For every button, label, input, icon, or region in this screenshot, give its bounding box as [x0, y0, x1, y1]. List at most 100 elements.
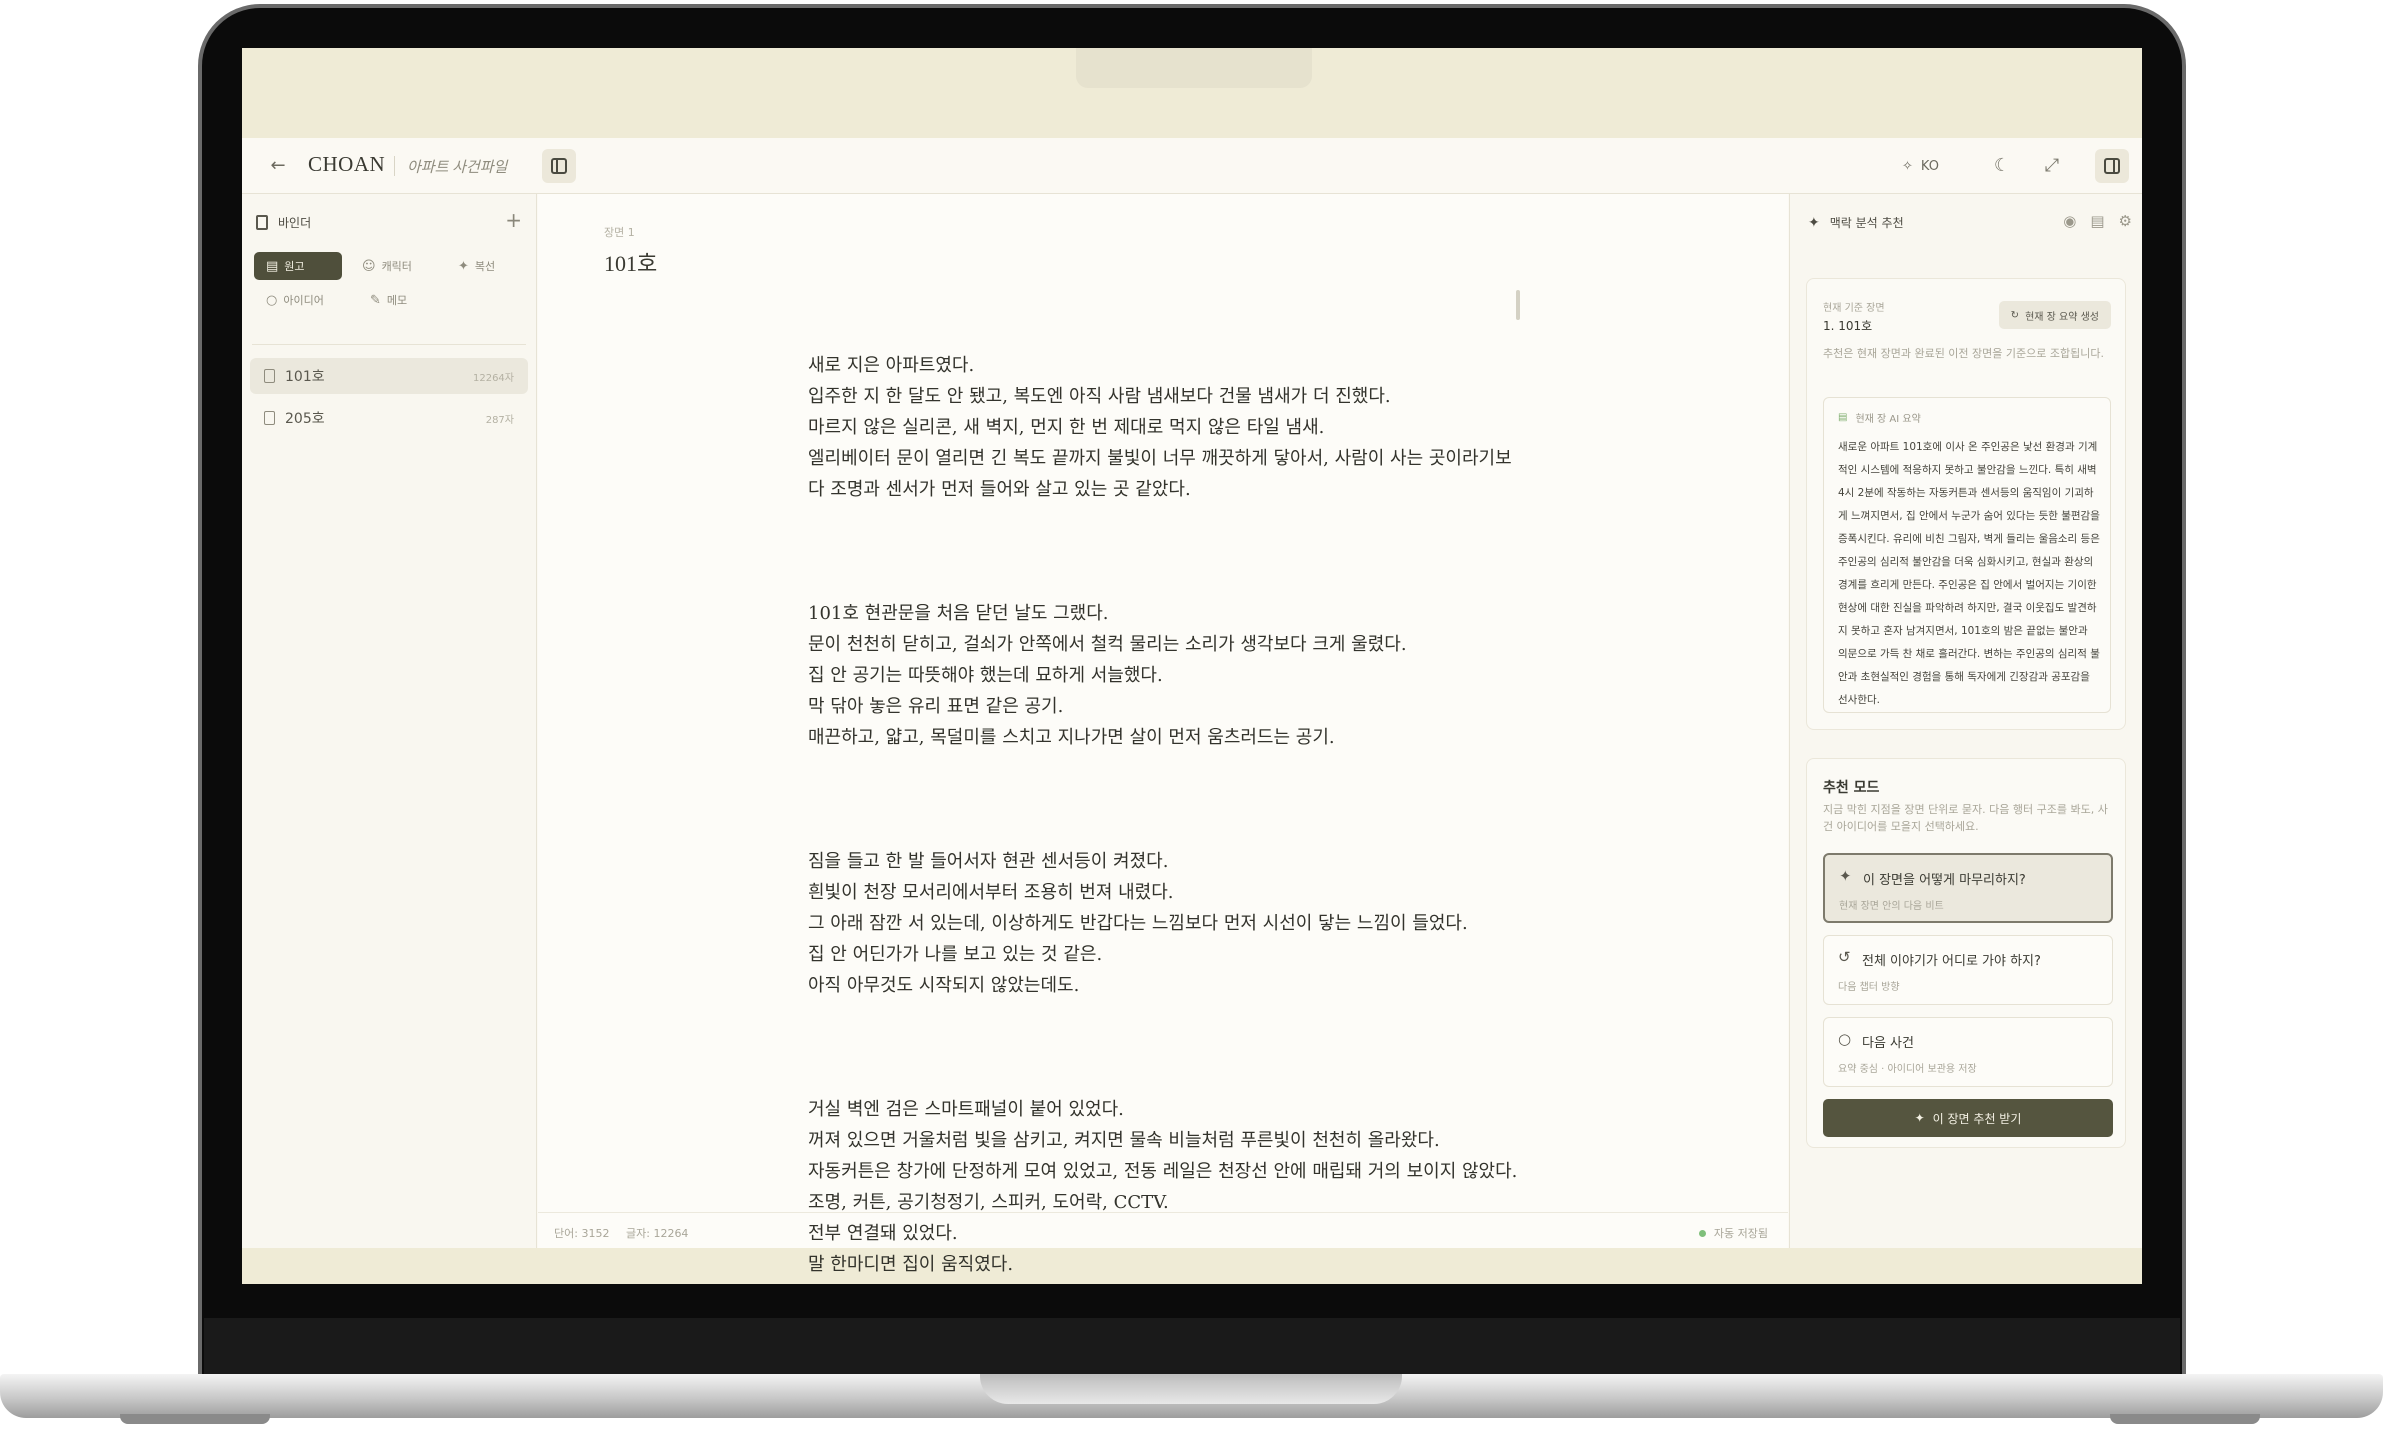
mode-title: 추천 모드 [1823, 780, 1880, 796]
binder-title: 바인더 [278, 215, 312, 230]
book-icon [256, 214, 268, 230]
add-item-plus-icon[interactable]: + [505, 208, 522, 232]
mode-option-next-event[interactable]: ○ 다음 사건 요약 중심 · 아이디어 보관용 저장 [1823, 1017, 2113, 1087]
file-title: 101호 [285, 369, 325, 385]
tab-notes[interactable]: ✎ 메모 [358, 286, 428, 314]
autosave-label: 자동 저장됨 [1713, 1227, 1768, 1240]
document-icon: ▤ [266, 258, 279, 274]
tab-manuscript[interactable]: ▤ 원고 [254, 252, 342, 280]
mode-option-label: 다음 사건 [1862, 1036, 1914, 1051]
chapter-label: 장면 1 [604, 226, 635, 239]
tab-ideas[interactable]: ○ 아이디어 [254, 286, 350, 314]
manuscript-editor: 장면 1 101호 새로 지은 아파트였다. 입주한 지 한 달도 안 됐고, … [538, 194, 1788, 1275]
settings-gear-icon[interactable]: ⚙ [2119, 212, 2132, 230]
ai-summary-header: ▤ 현재 장 AI 요약 [1838, 410, 1921, 425]
binder-sidebar: 바인더 + ▤ 원고 ☺ 캐릭터 ✦ 복선 ○ 아이디어 ✎ 메모 101호 1… [242, 194, 537, 1248]
context-help-text: 추천은 현재 장면과 완료된 이전 장면을 기준으로 조합됩니다. [1823, 347, 2104, 360]
char-count: 글자: 12264 [626, 1227, 689, 1240]
manuscript-text-area[interactable]: 새로 지은 아파트였다. 입주한 지 한 달도 안 됐고, 복도엔 아직 사람 … [808, 288, 1528, 1284]
tab-label: 메모 [386, 294, 408, 307]
paragraph: 거실 벽엔 검은 스마트패널이 붙어 있었다. 꺼져 있으면 거울처럼 빛을 삼… [808, 1099, 1518, 1275]
tab-label: 복선 [474, 260, 496, 273]
current-scene-value: 1. 101호 [1823, 319, 1873, 333]
file-char-count: 12264자 [472, 372, 514, 384]
recommend-mode-card: 추천 모드 지금 막힌 지점을 장면 단위로 묻자. 다음 행터 구조를 봐도,… [1806, 758, 2126, 1148]
current-scene-label: 현재 기준 장면 [1823, 303, 1885, 314]
panel-header: ✦ 맥락 분석 추천 [1808, 214, 1904, 231]
paragraph: 짐을 들고 한 발 들어서자 현관 센서등이 켜졌다. 흰빛이 천장 모서리에서… [808, 851, 1468, 996]
tab-characters[interactable]: ☺ 캐릭터 [350, 252, 438, 280]
autosave-status: 자동 저장됨 [1698, 1225, 1768, 1241]
context-recommendation-panel: ✦ 맥락 분석 추천 ◉ ▤ ⚙ 현재 기준 장면 1. 101호 ↻ 현재 장… [1789, 194, 2142, 1248]
brand-logo[interactable]: CHOAN [308, 152, 385, 177]
paragraph: 새로 지은 아파트였다. 입주한 지 한 달도 안 됐고, 복도엔 아직 사람 … [808, 355, 1512, 500]
sidebar-toggle-button[interactable] [542, 149, 576, 183]
dark-mode-moon-icon[interactable]: ☾ [1987, 151, 2017, 181]
mode-help-text: 지금 막힌 지점을 장면 단위로 묻자. 다음 행터 구조를 봐도, 사건 아이… [1823, 803, 2108, 833]
sidebar-divider [252, 344, 526, 345]
tab-label: 원고 [284, 260, 305, 273]
mode-option-story-direction[interactable]: ↺ 전체 이야기가 어디로 가야 하지? 다음 챕터 방향 [1823, 935, 2113, 1005]
file-item[interactable]: 101호 12264자 [250, 358, 528, 394]
laptop-opening-groove [980, 1374, 1402, 1404]
panel-right-icon [2104, 158, 2120, 174]
tab-label: 아이디어 [283, 294, 324, 307]
file-title: 205호 [285, 411, 325, 427]
file-char-count: 287자 [485, 414, 514, 426]
eye-icon[interactable]: ◉ [2063, 212, 2076, 230]
file-icon [264, 411, 275, 425]
project-name: 아파트 사건파일 [407, 160, 508, 176]
screen: ← CHOAN 아파트 사건파일 ✧ KO ☾ ⤢ 바인더 + ▤ 원고 ☺ 캐… [242, 48, 2142, 1284]
file-item[interactable]: 205호 287자 [250, 400, 528, 436]
mode-option-finish-scene[interactable]: ✦ 이 장면을 어떻게 마무리하지? 현재 장면 안의 다음 비트 [1823, 853, 2113, 923]
document-icon: ▤ [1838, 412, 1848, 423]
generate-summary-label: 현재 장 요약 생성 [2025, 311, 2099, 323]
app-window: ← CHOAN 아파트 사건파일 ✧ KO ☾ ⤢ 바인더 + ▤ 원고 ☺ 캐… [242, 138, 2142, 1275]
get-recommendation-button[interactable]: ✦ 이 장면 추천 받기 [1823, 1099, 2113, 1137]
users-icon: ☺ [362, 258, 376, 274]
camera-notch [1076, 48, 1312, 88]
panel-tools: ◉ ▤ ⚙ [2063, 212, 2132, 230]
right-panel-toggle-button[interactable] [2095, 149, 2129, 183]
ai-summary-label: 현재 장 AI 요약 [1855, 414, 1921, 425]
tab-label: 캐릭터 [381, 260, 412, 273]
translate-icon: ✧ [1902, 158, 1913, 174]
sparkles-icon: ✦ [1808, 214, 1820, 231]
sparkles-icon: ✦ [458, 258, 469, 274]
ai-summary-text: 새로운 아파트 101호에 이사 온 주인공은 낯선 환경과 기계적인 시스템에… [1838, 441, 2100, 706]
file-icon [264, 369, 275, 383]
laptop-hinge [204, 1318, 2180, 1374]
magic-wand-icon: ✦ [1839, 867, 1852, 885]
generate-summary-button[interactable]: ↻ 현재 장 요약 생성 [1998, 301, 2111, 329]
lightbulb-icon: ○ [1838, 1030, 1852, 1048]
mode-option-sub: 다음 챕터 방향 [1838, 982, 1900, 993]
database-icon[interactable]: ▤ [2090, 212, 2104, 230]
editor-status-bar: 단어: 3152 글자: 12264 자동 저장됨 [538, 1212, 1788, 1248]
laptop-foot-left [120, 1414, 270, 1424]
route-icon: ↺ [1838, 948, 1851, 966]
fullscreen-expand-icon[interactable]: ⤢ [2037, 151, 2067, 181]
panel-left-icon [551, 158, 567, 174]
note-icon: ✎ [370, 292, 381, 308]
paragraph: 101호 현관문을 처음 닫던 날도 그랬다. 문이 천천히 닫히고, 걸쇠가 … [808, 603, 1407, 748]
brand-divider [394, 156, 395, 176]
chapter-title[interactable]: 101호 [604, 246, 657, 278]
ai-summary-box: ▤ 현재 장 AI 요약 새로운 아파트 101호에 이사 온 주인공은 낯선 … [1823, 397, 2111, 713]
status-dot-icon [1698, 1229, 1706, 1237]
tab-foreshadowing[interactable]: ✦ 복선 [446, 252, 522, 280]
mode-option-label: 이 장면을 어떻게 마무리하지? [1863, 873, 2026, 888]
back-arrow-icon[interactable]: ← [266, 154, 290, 178]
refresh-icon: ↻ [2010, 309, 2020, 321]
language-button[interactable]: ✧ KO [1902, 154, 1939, 178]
scene-context-card: 현재 기준 장면 1. 101호 ↻ 현재 장 요약 생성 추천은 현재 장면과… [1806, 278, 2126, 730]
sparkles-icon: ✦ [1914, 1111, 1925, 1125]
top-bar: ← CHOAN 아파트 사건파일 ✧ KO ☾ ⤢ [242, 138, 2142, 194]
laptop-foot-right [2110, 1414, 2260, 1424]
mode-option-label: 전체 이야기가 어디로 가야 하지? [1862, 954, 2041, 969]
lightbulb-icon: ○ [266, 292, 278, 308]
binder-header: 바인더 [256, 210, 524, 234]
mode-option-sub: 요약 중심 · 아이디어 보관용 저장 [1838, 1064, 1977, 1075]
get-recommendation-label: 이 장면 추천 받기 [1932, 1111, 2022, 1126]
mode-option-sub: 현재 장면 안의 다음 비트 [1839, 901, 1944, 912]
word-count: 단어: 3152 [554, 1227, 610, 1240]
